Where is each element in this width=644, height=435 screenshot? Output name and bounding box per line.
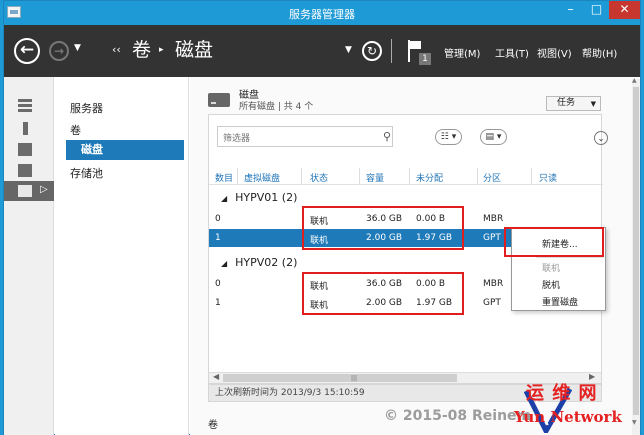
save-query-button[interactable]: ▤ ▾	[480, 129, 507, 145]
cell-number: 0	[215, 279, 221, 289]
sidebar-item-file-storage[interactable]: ▷	[4, 181, 54, 201]
toolbar: ← → ▼ ‹‹ 卷 ▸ 磁盘 ▼ ↻ 1 管理(M) 工具(T) 视图(V) …	[4, 25, 640, 77]
group-hypv01[interactable]: ◢ HYPV01 (2)	[221, 191, 297, 204]
logo-bottom-text: Yun Network	[514, 408, 622, 426]
filter-input[interactable]: 筛选器	[217, 126, 393, 147]
menu-view[interactable]: 视图(V)	[537, 45, 572, 60]
minimize-button[interactable]: –	[558, 1, 583, 19]
back-button[interactable]: ←	[14, 38, 40, 64]
section-subtitle: 所有磁盘 | 共 4 个	[239, 102, 314, 112]
breadcrumb-separator: ▸	[159, 45, 164, 55]
close-button[interactable]: ✕	[609, 1, 640, 19]
forward-button[interactable]: →	[49, 41, 69, 61]
cell-number: 1	[215, 233, 221, 243]
cell-partition: MBR	[483, 214, 504, 224]
notification-count-badge: 1	[419, 53, 431, 65]
scroll-thumb[interactable]: |||	[223, 374, 457, 382]
column-header-capacity[interactable]: 容量	[366, 171, 384, 184]
cell-partition: MBR	[483, 279, 504, 289]
search-icon[interactable]: ⚲	[383, 130, 391, 143]
breadcrumb-volume[interactable]: 卷	[132, 35, 151, 65]
local-server-icon[interactable]	[23, 122, 28, 135]
grip-icon: |||	[351, 375, 358, 382]
scroll-thumb[interactable]	[633, 87, 639, 415]
cell-partition: GPT	[483, 298, 501, 308]
breadcrumb-disk[interactable]: 磁盘	[175, 35, 213, 65]
scroll-left-icon[interactable]: ◀	[213, 372, 219, 381]
menu-divider	[536, 257, 603, 258]
cell-number: 1	[215, 298, 221, 308]
cell-number: 0	[215, 214, 221, 224]
collapse-icon: ◢	[221, 259, 228, 268]
group-name: HYPV01 (2)	[235, 191, 298, 204]
subnav-item-volumes[interactable]: 卷	[70, 122, 81, 138]
toolbar-divider	[391, 39, 392, 63]
volumes-section-title: 卷	[208, 420, 218, 431]
logo-top-text: 运 维 网	[526, 383, 598, 404]
column-header-status[interactable]: 状态	[310, 171, 328, 184]
refresh-button[interactable]: ↻	[362, 41, 382, 61]
column-header-number[interactable]: 数目	[215, 171, 233, 184]
window-title: 服务器管理器	[289, 8, 355, 21]
menu-item-reset-disk[interactable]: 重置磁盘	[542, 295, 578, 308]
subnav-item-disks[interactable]: 磁盘	[66, 140, 184, 160]
sidebar: ▷	[4, 77, 54, 435]
subnav-item-storage-pools[interactable]: 存储池	[70, 165, 103, 181]
column-header-read-only[interactable]: 只读	[539, 171, 557, 184]
file-storage-icon	[18, 185, 32, 197]
table-header: 数目 虚拟磁盘 状态 容量 未分配 分区 只读	[209, 168, 603, 185]
group-name: HYPV02 (2)	[235, 256, 298, 269]
maximize-button[interactable]: □	[584, 1, 609, 19]
tasks-button[interactable]: 任务	[546, 96, 601, 111]
expand-icon[interactable]: ⌄	[594, 131, 608, 145]
yunwei-network-logo: 运 维 网 Yun Network	[512, 377, 644, 435]
highlight-box	[302, 206, 464, 250]
collapse-icon: ◢	[221, 194, 228, 203]
subnav: 服务器 卷 磁盘 存储池	[55, 77, 189, 435]
menu-item-online: 联机	[542, 264, 561, 274]
history-dropdown-icon[interactable]: ▼	[74, 43, 81, 53]
menu-tools[interactable]: 工具(T)	[495, 45, 529, 60]
refresh-dropdown-icon[interactable]: ▼	[345, 45, 352, 55]
menu-help[interactable]: 帮助(H)	[582, 45, 617, 60]
dashboard-icon[interactable]	[18, 99, 32, 112]
title-bar: 服务器管理器 – □ ✕	[4, 1, 640, 25]
menu-item-offline[interactable]: 脱机	[542, 278, 560, 291]
server-manager-window: 服务器管理器 – □ ✕ ← → ▼ ‹‹ 卷 ▸ 磁盘 ▼ ↻ 1 管理(M)…	[3, 0, 641, 435]
all-servers-icon[interactable]	[18, 143, 32, 156]
group-hypv02[interactable]: ◢ HYPV02 (2)	[221, 256, 297, 269]
column-header-virtual-disk[interactable]: 虚拟磁盘	[244, 171, 280, 184]
scroll-up-icon[interactable]: ▲	[632, 77, 637, 84]
highlight-box	[302, 272, 464, 315]
column-header-partition[interactable]: 分区	[483, 171, 501, 184]
subnav-item-servers[interactable]: 服务器	[70, 100, 103, 116]
cell-partition: GPT	[483, 233, 501, 243]
watermark-text: © 2015-08 Reinem	[384, 408, 532, 424]
list-options-button[interactable]: ☷ ▾	[435, 129, 462, 145]
column-header-unallocated[interactable]: 未分配	[416, 171, 443, 184]
expand-arrow-icon: ▷	[40, 184, 48, 195]
menu-manage[interactable]: 管理(M)	[444, 45, 480, 60]
highlight-box	[504, 227, 604, 257]
file-services-icon[interactable]	[18, 164, 32, 177]
breadcrumb-separator: ‹‹	[112, 43, 121, 56]
disk-icon	[208, 93, 230, 107]
